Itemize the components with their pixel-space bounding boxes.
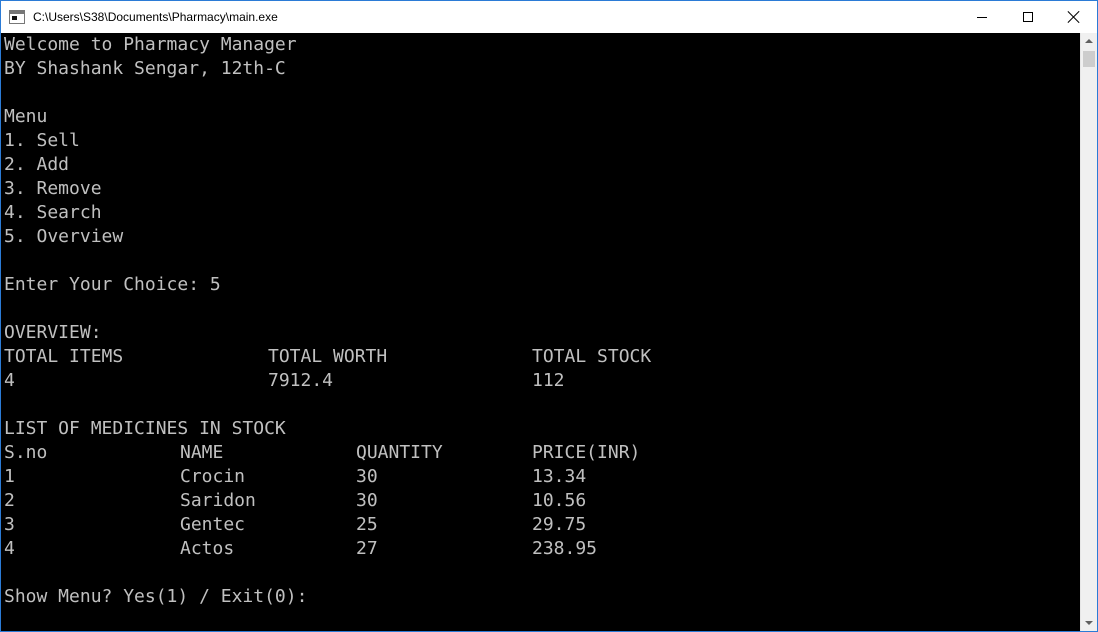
scrollbar-thumb[interactable] [1083, 51, 1095, 67]
menu-title: Menu [4, 106, 48, 127]
table-row: 3 Gentec 25 29.75 [4, 513, 1080, 537]
table-header-cell: S.no [4, 442, 48, 463]
overview-value-cell: 7912.4 [268, 370, 334, 391]
close-button[interactable] [1051, 1, 1097, 33]
table-cell: Saridon [180, 490, 256, 511]
table-row: 2 Saridon 30 10.56 [4, 489, 1080, 513]
table-cell: 4 [4, 538, 15, 559]
show-menu-prompt[interactable]: Show Menu? Yes(1) / Exit(0): [4, 585, 1080, 609]
table-header-cell: QUANTITY [356, 442, 443, 463]
menu-item-search: 4. Search [4, 202, 102, 223]
overview-value-row: 4 7912.4 112 [4, 369, 1080, 393]
menu-item-remove: 3. Remove [4, 178, 102, 199]
overview-value-cell: 4 [4, 370, 15, 391]
table-row: 4 Actos 27 238.95 [4, 537, 1080, 561]
table-cell: 10.56 [532, 490, 587, 511]
overview-title: OVERVIEW: [4, 322, 102, 343]
maximize-icon [1023, 12, 1033, 22]
menu-item-sell: 1. Sell [4, 130, 80, 151]
menu-item-add: 2. Add [4, 154, 70, 175]
list-title: LIST OF MEDICINES IN STOCK [4, 418, 286, 439]
table-header-cell: NAME [180, 442, 224, 463]
overview-header-cell: TOTAL ITEMS [4, 346, 124, 367]
table-header-row: S.no NAME QUANTITY PRICE(INR) [4, 441, 1080, 465]
table-cell: 1 [4, 466, 15, 487]
table-header-cell: PRICE(INR) [532, 442, 641, 463]
table-cell: 13.34 [532, 466, 587, 487]
minimize-button[interactable] [959, 1, 1005, 33]
overview-header-cell: TOTAL STOCK [532, 346, 652, 367]
table-cell: 238.95 [532, 538, 598, 559]
table-cell: 2 [4, 490, 15, 511]
overview-header-row: TOTAL ITEMS TOTAL WORTH TOTAL STOCK [4, 345, 1080, 369]
vertical-scrollbar[interactable] [1080, 33, 1097, 631]
console-app-icon [9, 10, 25, 24]
scroll-up-icon[interactable] [1085, 39, 1093, 43]
overview-header-cell: TOTAL WORTH [268, 346, 388, 367]
console-output[interactable]: Welcome to Pharmacy Manager BY Shashank … [1, 33, 1080, 631]
window-title: C:\Users\S38\Documents\Pharmacy\main.exe [33, 10, 278, 24]
close-icon [1067, 10, 1081, 24]
author-line: BY Shashank Sengar, 12th-C [4, 58, 286, 79]
menu-item-overview: 5. Overview [4, 226, 124, 247]
table-cell: Crocin [180, 466, 246, 487]
table-cell: 27 [356, 538, 378, 559]
maximize-button[interactable] [1005, 1, 1051, 33]
table-cell: 3 [4, 514, 15, 535]
overview-value-cell: 112 [532, 370, 565, 391]
table-row: 1 Crocin 30 13.34 [4, 465, 1080, 489]
table-cell: Actos [180, 538, 235, 559]
table-cell: 29.75 [532, 514, 587, 535]
table-cell: Gentec [180, 514, 246, 535]
console-window: C:\Users\S38\Documents\Pharmacy\main.exe… [0, 0, 1098, 632]
scroll-down-icon[interactable] [1085, 621, 1093, 625]
choice-prompt: Enter Your Choice: 5 [4, 274, 221, 295]
title-bar[interactable]: C:\Users\S38\Documents\Pharmacy\main.exe [1, 1, 1097, 33]
table-cell: 30 [356, 490, 378, 511]
table-cell: 30 [356, 466, 378, 487]
table-cell: 25 [356, 514, 378, 535]
minimize-icon [977, 16, 987, 18]
welcome-line: Welcome to Pharmacy Manager [4, 34, 297, 55]
